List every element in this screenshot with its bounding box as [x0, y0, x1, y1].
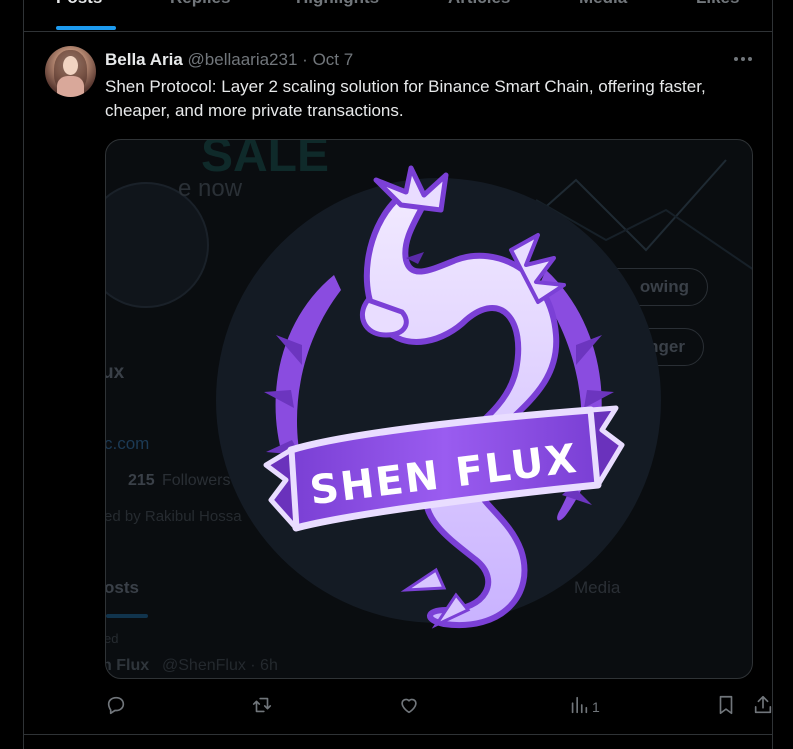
tab-media[interactable]: Media: [579, 0, 627, 8]
views-chart-icon[interactable]: [568, 694, 590, 716]
repost-icon[interactable]: [250, 694, 274, 716]
tab-articles[interactable]: Articles: [448, 0, 510, 8]
more-dots-icon[interactable]: [731, 47, 755, 71]
tab-replies[interactable]: Replies: [170, 0, 230, 8]
shen-flux-dragon-logo: SHEN FLUX: [263, 165, 625, 629]
post-date[interactable]: Oct 7: [313, 50, 354, 69]
views-count[interactable]: 1: [592, 699, 600, 715]
post-image[interactable]: SALE e now ux c.com 215 Followers ed by …: [105, 139, 753, 679]
post-header: Bella Aria @bellaaria231 · Oct 7: [105, 50, 353, 70]
reply-icon[interactable]: [105, 694, 127, 716]
author-handle[interactable]: @bellaaria231: [188, 50, 298, 69]
avatar-body: [57, 76, 84, 97]
post-text: Shen Protocol: Layer 2 scaling solution …: [105, 77, 706, 120]
active-tab-indicator: [56, 26, 116, 30]
tab-likes[interactable]: Likes: [696, 0, 739, 8]
share-icon[interactable]: [752, 694, 774, 716]
heart-icon[interactable]: [398, 694, 420, 716]
avatar[interactable]: [45, 46, 96, 97]
profile-tabs: Posts Replies Highlights Articles Media …: [24, 0, 772, 32]
timeline-column: Posts Replies Highlights Articles Media …: [23, 0, 773, 749]
post-divider: [24, 734, 772, 735]
avatar-face: [63, 56, 78, 75]
tab-posts[interactable]: Posts: [56, 0, 102, 8]
bookmark-icon[interactable]: [715, 694, 737, 716]
author-name[interactable]: Bella Aria: [105, 50, 183, 69]
post-actions: 1: [105, 694, 772, 720]
tab-highlights[interactable]: Highlights: [296, 0, 379, 8]
header-separator: ·: [302, 50, 308, 69]
